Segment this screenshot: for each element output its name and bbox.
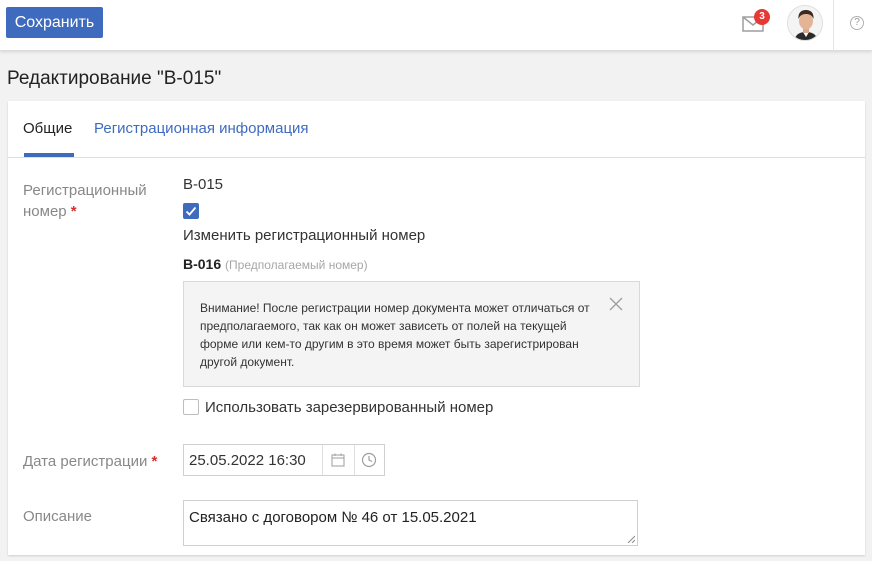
required-mark: * <box>151 453 158 470</box>
required-mark: * <box>70 203 77 220</box>
description-textarea[interactable]: Связано с договором № 46 от 15.05.2021 <box>183 500 638 546</box>
description-value[interactable]: Связано с договором № 46 от 15.05.2021 <box>189 509 477 526</box>
page-title: Редактирование "В-015" <box>7 68 222 89</box>
clock-icon[interactable] <box>361 452 377 468</box>
regnum-label-text: Регистрационный номер <box>23 182 147 220</box>
use-reserved-checkbox[interactable] <box>183 399 199 415</box>
date-label-text: Дата регистрации <box>23 453 148 470</box>
resize-handle-icon[interactable] <box>627 535 635 543</box>
toolbar-divider <box>833 0 834 51</box>
change-regnum-checkbox[interactable] <box>183 203 199 219</box>
proposed-number-value: В-016 <box>183 256 222 272</box>
date-value[interactable]: 25.05.2022 16:30 <box>189 452 306 469</box>
field-divider <box>354 445 355 475</box>
top-toolbar: Сохранить 3 ? <box>0 0 872 51</box>
alert-text: Внимание! После регистрации номер докуме… <box>200 301 590 369</box>
field-divider <box>322 445 323 475</box>
warning-alert: Внимание! После регистрации номер докуме… <box>183 281 640 387</box>
tab-general[interactable]: Общие <box>23 120 72 137</box>
help-icon[interactable]: ? <box>850 16 864 30</box>
registration-date-field[interactable]: 25.05.2022 16:30 <box>183 444 385 476</box>
tab-bar: Общие Регистрационная информация <box>8 101 865 158</box>
proposed-number-hint: (Предполагаемый номер) <box>225 258 368 272</box>
notification-badge: 3 <box>754 9 770 25</box>
regnum-label: Регистрационный номер * <box>23 180 163 222</box>
regnum-value: В-015 <box>183 176 224 193</box>
use-reserved-label[interactable]: Использовать зарезервированный номер <box>205 399 493 416</box>
save-button[interactable]: Сохранить <box>6 7 103 38</box>
check-icon <box>185 206 197 216</box>
change-regnum-label[interactable]: Изменить регистрационный номер <box>183 227 425 244</box>
proposed-number: В-016 (Предполагаемый номер) <box>183 256 368 272</box>
description-label: Описание <box>23 508 93 525</box>
date-label: Дата регистрации * <box>23 451 157 472</box>
active-tab-indicator <box>24 153 74 157</box>
form-card: Общие Регистрационная информация Регистр… <box>8 101 865 555</box>
tab-registration-info[interactable]: Регистрационная информация <box>94 120 309 137</box>
calendar-icon[interactable] <box>331 453 345 467</box>
close-icon[interactable] <box>609 297 623 311</box>
avatar[interactable] <box>787 5 823 41</box>
